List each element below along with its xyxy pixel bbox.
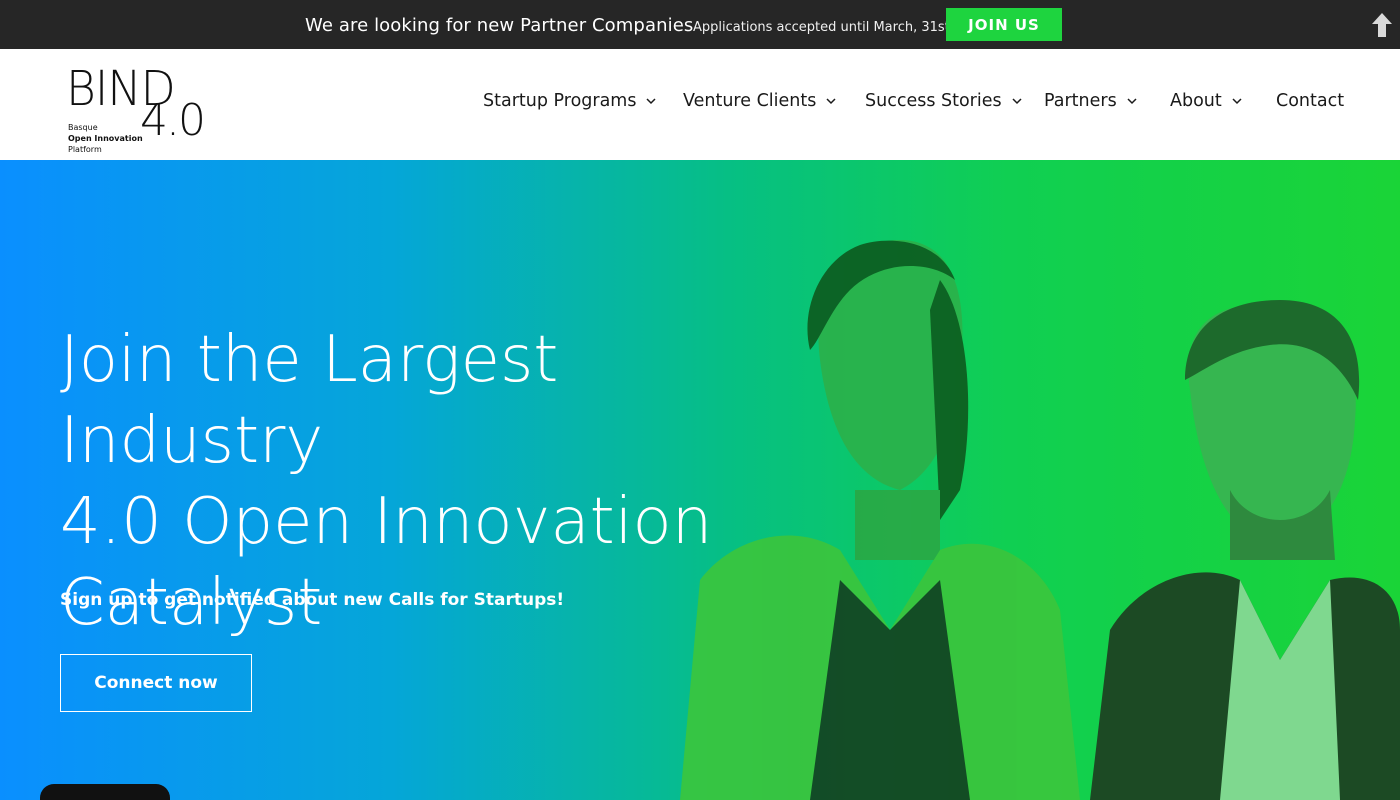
chevron-down-icon <box>646 98 656 105</box>
site-logo[interactable]: BIND 4.0 Basque Open Innovation Platform <box>66 61 226 154</box>
arrow-up-icon[interactable] <box>1370 12 1394 38</box>
nav-item-label: Success Stories <box>865 91 1002 111</box>
chevron-down-icon <box>826 98 836 105</box>
nav-item-label: Startup Programs <box>483 91 637 111</box>
logo-subtitle-line2: Open Innovation <box>68 134 143 143</box>
nav-item-startup-programs[interactable]: Startup Programs <box>483 89 656 113</box>
nav-item-label: About <box>1170 91 1222 111</box>
announcement-deadline: Applications accepted until March, 31st <box>693 20 950 35</box>
join-us-button[interactable]: JOIN US <box>946 8 1062 41</box>
site-header: BIND 4.0 Basque Open Innovation Platform… <box>0 49 1400 160</box>
nav-item-venture-clients[interactable]: Venture Clients <box>683 89 836 113</box>
hero-title-line2: 4.0 Open Innovation <box>60 485 713 559</box>
nav-item-label: Venture Clients <box>683 91 817 111</box>
chevron-down-icon <box>1012 98 1022 105</box>
hero-tagline: Sign up to get notified about new Calls … <box>60 590 565 610</box>
nav-item-partners[interactable]: Partners <box>1044 89 1137 113</box>
chevron-down-icon <box>1127 98 1137 105</box>
nav-item-label: Contact <box>1276 91 1345 111</box>
hero-title-line1: Join the Largest Industry <box>60 323 559 478</box>
hero-section: Join the Largest Industry 4.0 Open Innov… <box>0 160 1400 800</box>
connect-now-button[interactable]: Connect now <box>60 654 252 712</box>
announcement-message: We are looking for new Partner Companies <box>305 15 694 36</box>
logo-subtitle-line3: Platform <box>68 145 102 154</box>
nav-item-about[interactable]: About <box>1170 89 1242 113</box>
nav-item-contact[interactable]: Contact <box>1276 89 1344 113</box>
nav-item-label: Partners <box>1044 91 1117 111</box>
logo-version: 4.0 <box>140 95 206 146</box>
nav-item-success-stories[interactable]: Success Stories <box>865 89 1022 113</box>
logo-subtitle-line1: Basque <box>68 123 98 132</box>
announcement-bar: We are looking for new Partner Companies… <box>0 0 1400 49</box>
chat-widget-tab[interactable] <box>40 784 170 800</box>
chevron-down-icon <box>1232 98 1242 105</box>
